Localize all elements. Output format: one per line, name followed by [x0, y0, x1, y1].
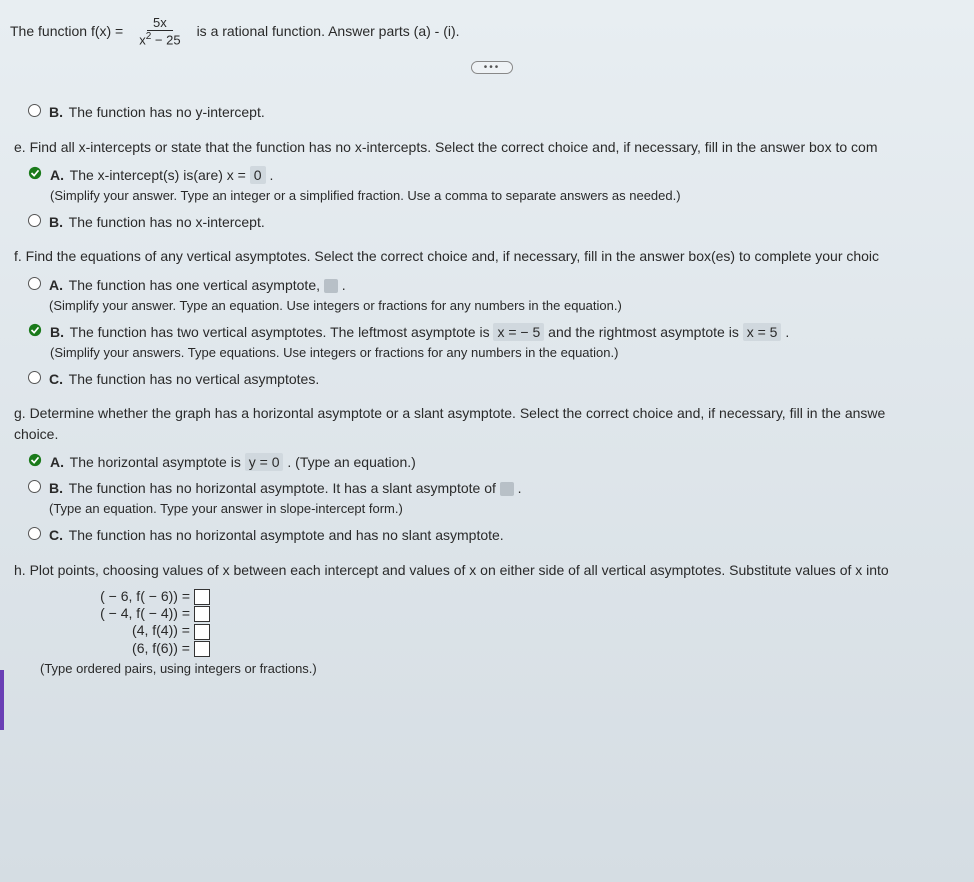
option-text: The function has two vertical asymptotes…: [70, 324, 490, 340]
answer-input[interactable]: [194, 589, 210, 605]
hint-text: (Simplify your answer. Type an equation.…: [49, 298, 622, 313]
answer-value[interactable]: y = 0: [245, 453, 284, 471]
option-letter: C.: [49, 371, 63, 387]
question-header: The function f(x) = 5x x2 − 25 is a rati…: [10, 15, 974, 47]
checkmark-icon: [28, 166, 42, 180]
answer-input[interactable]: [194, 641, 210, 657]
option-text: .: [785, 324, 789, 340]
part-e-prompt: e. Find all x-intercepts or state that t…: [14, 137, 974, 157]
option-text: .: [518, 480, 522, 496]
option-letter: B.: [49, 214, 63, 230]
option-text: The function has no vertical asymptotes.: [69, 371, 320, 387]
e-option-b[interactable]: B. The function has no x-intercept.: [28, 212, 974, 232]
g-option-a[interactable]: A. The horizontal asymptote is y = 0 . (…: [28, 452, 974, 472]
f-option-c[interactable]: C. The function has no vertical asymptot…: [28, 369, 974, 389]
h-row-0: ( − 6, f( − 6)) =: [40, 588, 190, 604]
h-hint: (Type ordered pairs, using integers or f…: [40, 661, 974, 676]
fraction: 5x x2 − 25: [133, 15, 186, 47]
option-letter: A.: [50, 167, 64, 183]
radio-icon[interactable]: [28, 527, 41, 540]
answer-input[interactable]: [194, 606, 210, 622]
ellipsis-bar: •••: [10, 61, 974, 74]
option-text: The function has no x-intercept.: [69, 214, 265, 230]
radio-icon[interactable]: [28, 480, 41, 493]
hint-text: (Type an equation. Type your answer in s…: [49, 501, 403, 516]
fraction-denominator: x2 − 25: [133, 31, 186, 47]
radio-icon[interactable]: [28, 214, 41, 227]
g-option-c[interactable]: C. The function has no horizontal asympt…: [28, 525, 974, 545]
side-accent: [0, 670, 4, 730]
ellipsis-icon[interactable]: •••: [471, 61, 514, 74]
prior-option-b[interactable]: B. The function has no y-intercept.: [28, 102, 974, 122]
option-text: and the rightmost asymptote is: [548, 324, 739, 340]
header-suffix: is a rational function. Answer parts (a)…: [197, 23, 460, 39]
option-text: . (Type an equation.): [287, 454, 415, 470]
part-h-prompt: h. Plot points, choosing values of x bet…: [14, 560, 974, 580]
option-letter: A.: [49, 277, 63, 293]
part-g-prompt: g. Determine whether the graph has a hor…: [14, 403, 974, 444]
h-row-1: ( − 4, f( − 4)) =: [40, 605, 190, 621]
option-text: The function has no horizontal asymptote…: [69, 480, 496, 496]
radio-icon[interactable]: [28, 371, 41, 384]
answer-value[interactable]: x = 5: [743, 323, 782, 341]
radio-icon[interactable]: [28, 104, 41, 117]
part-f-prompt: f. Find the equations of any vertical as…: [14, 246, 974, 266]
e-option-a[interactable]: A. The x-intercept(s) is(are) x = 0 . (S…: [28, 165, 974, 206]
radio-icon[interactable]: [28, 277, 41, 290]
hint-text: (Simplify your answers. Type equations. …: [50, 345, 618, 360]
checkmark-icon: [28, 323, 42, 337]
option-text: The function has no y-intercept.: [69, 104, 265, 120]
empty-answer-box[interactable]: [500, 482, 514, 496]
option-text: .: [269, 167, 273, 183]
hint-text: (Simplify your answer. Type an integer o…: [50, 188, 681, 203]
g-option-b[interactable]: B. The function has no horizontal asympt…: [28, 478, 974, 519]
h-row-2: (4, f(4)) =: [40, 622, 190, 638]
fraction-numerator: 5x: [147, 15, 173, 31]
option-letter: B.: [49, 104, 63, 120]
h-row-3: (6, f(6)) =: [40, 640, 190, 656]
answer-value[interactable]: x = − 5: [493, 323, 544, 341]
answer-input[interactable]: [194, 624, 210, 640]
f-option-a[interactable]: A. The function has one vertical asympto…: [28, 275, 974, 316]
option-letter: A.: [50, 454, 64, 470]
option-text: The function has one vertical asymptote,: [69, 277, 320, 293]
option-text: The function has no horizontal asymptote…: [69, 527, 504, 543]
option-text: .: [342, 277, 346, 293]
option-letter: B.: [50, 324, 64, 340]
answer-value[interactable]: 0: [250, 166, 266, 184]
option-text: The x-intercept(s) is(are) x =: [70, 167, 246, 183]
option-letter: C.: [49, 527, 63, 543]
header-prefix: The function f(x) =: [10, 23, 123, 39]
option-text: The horizontal asymptote is: [70, 454, 241, 470]
option-letter: B.: [49, 480, 63, 496]
h-rows: ( − 6, f( − 6)) = ( − 4, f( − 4)) = (4, …: [40, 588, 974, 657]
checkmark-icon: [28, 453, 42, 467]
f-option-b[interactable]: B. The function has two vertical asympto…: [28, 322, 974, 363]
empty-answer-box[interactable]: [324, 279, 338, 293]
